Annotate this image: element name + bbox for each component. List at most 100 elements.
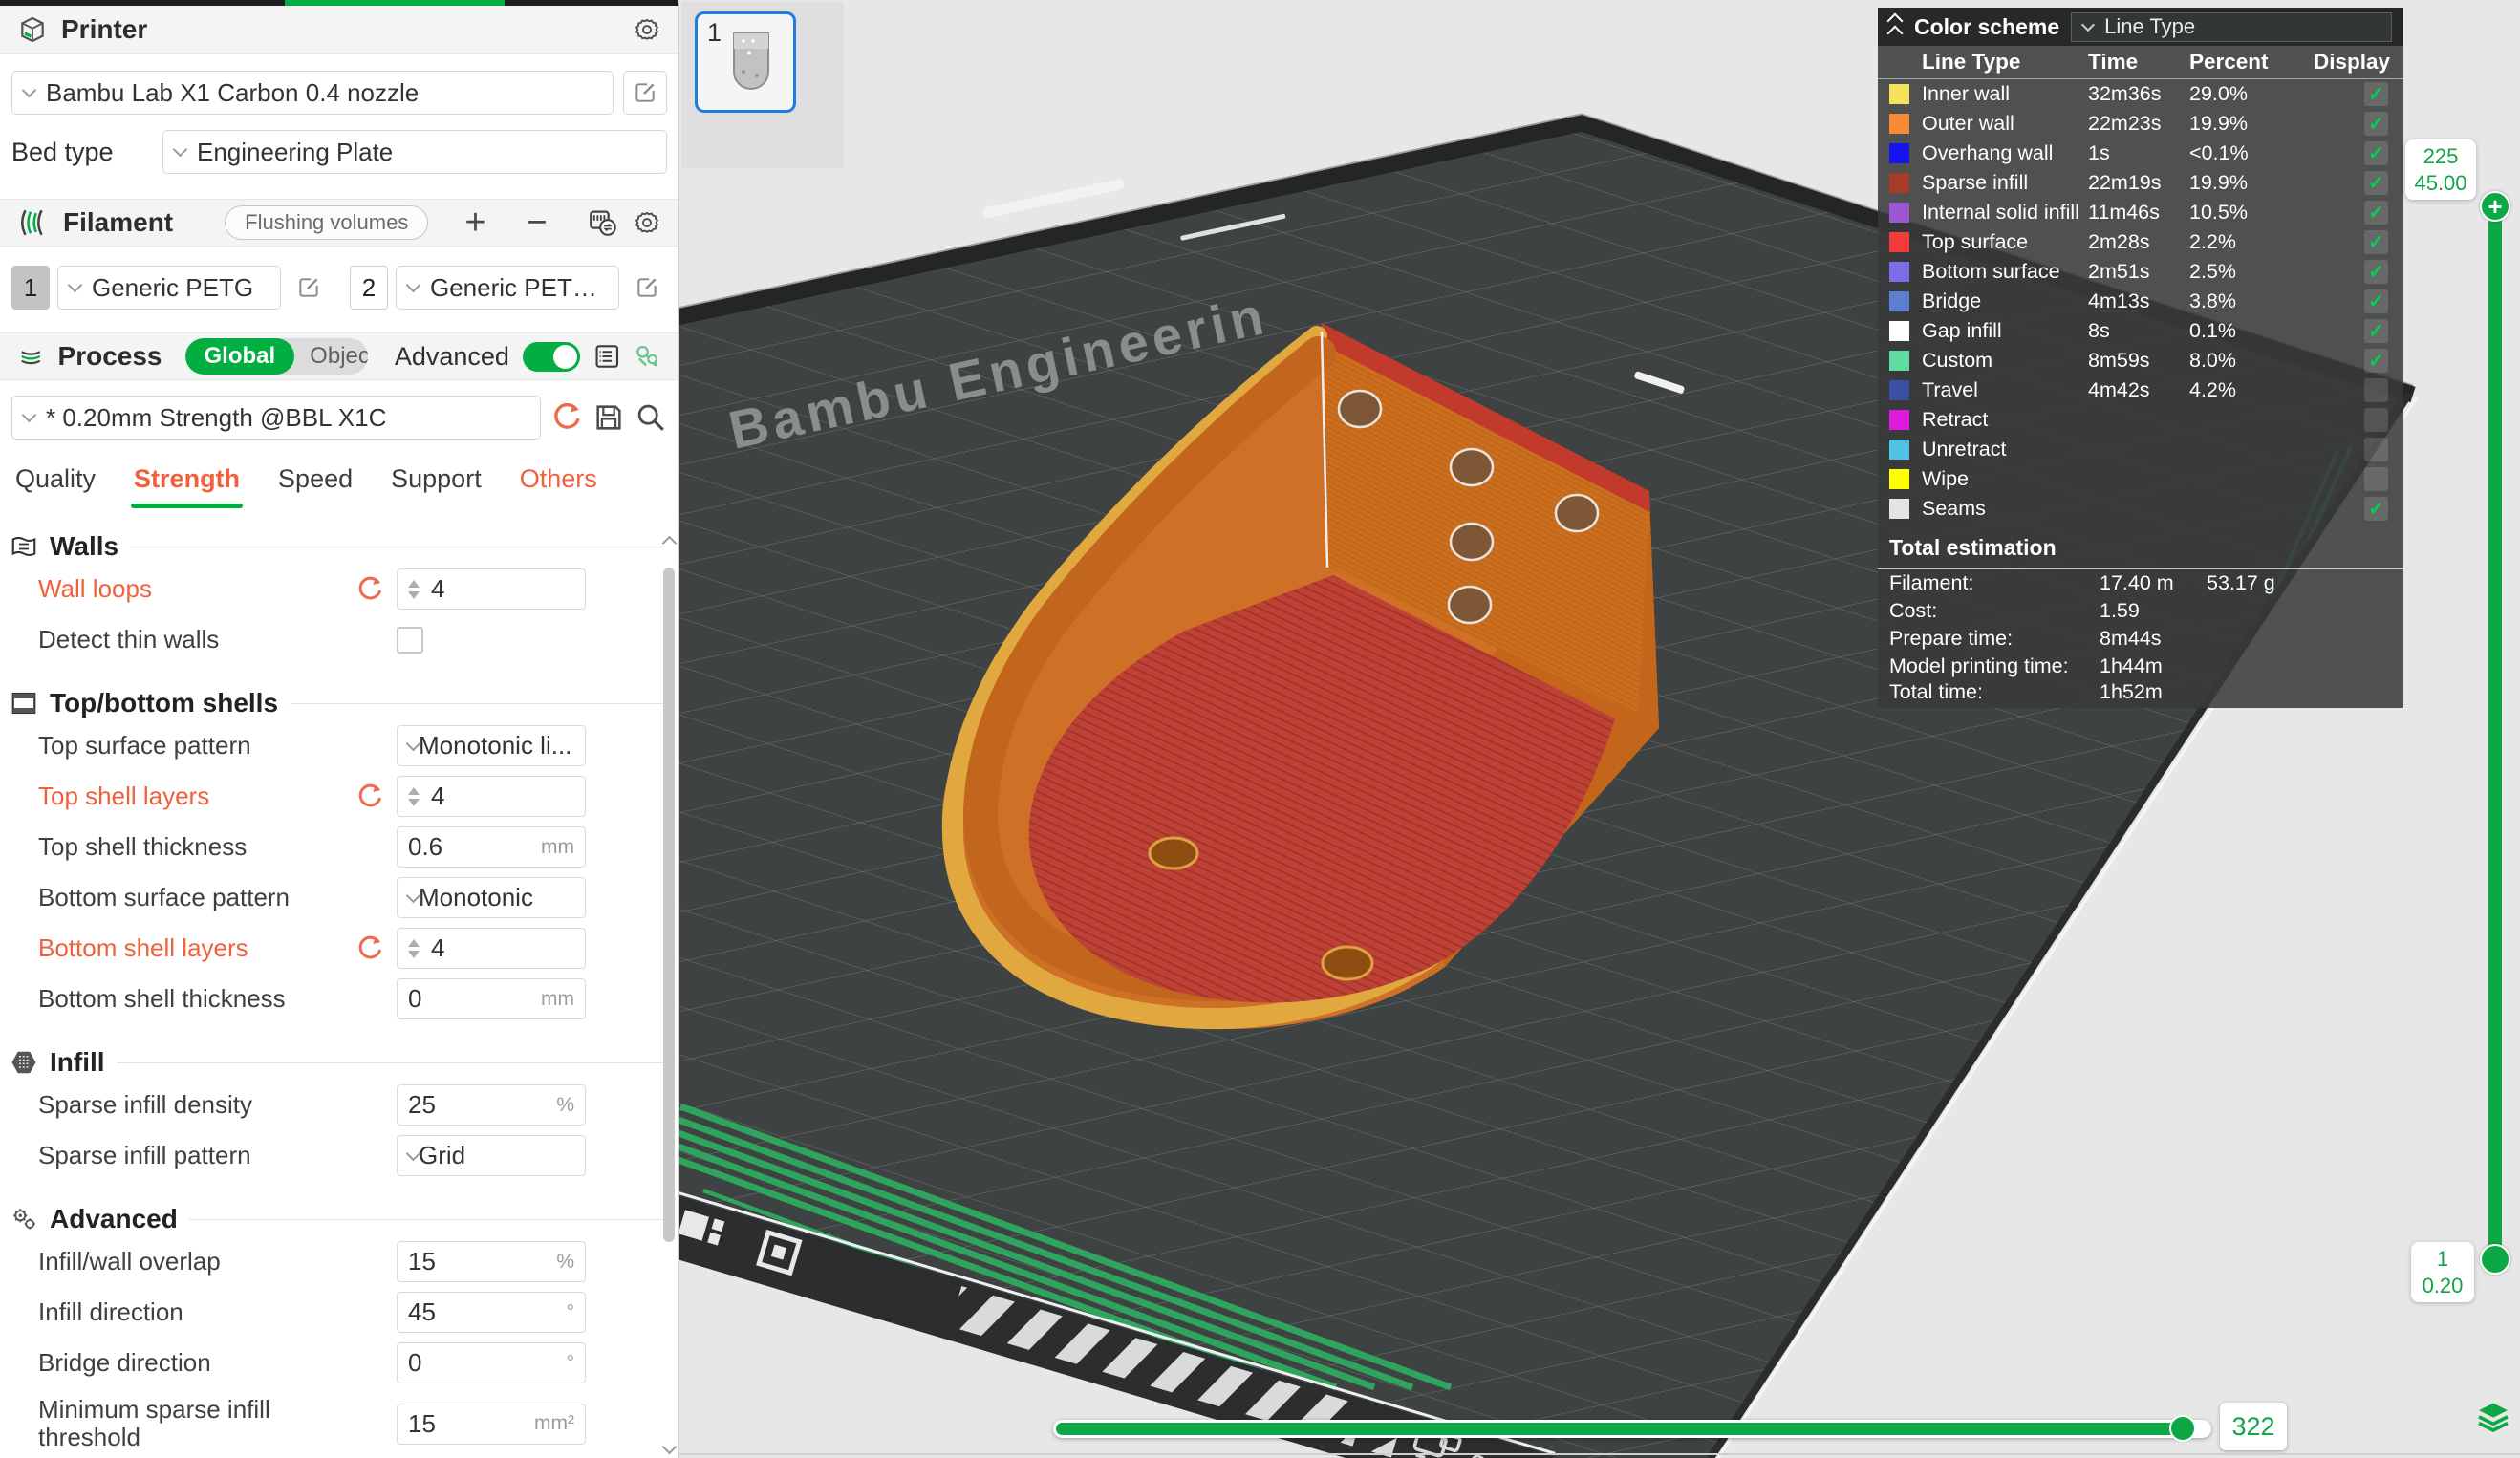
infill-wall-overlap-input[interactable]: 15 % bbox=[397, 1241, 586, 1282]
parameter-list-icon[interactable] bbox=[593, 340, 621, 373]
edit-filament-2-button[interactable] bbox=[627, 268, 667, 308]
display-checkbox[interactable]: ✓ bbox=[2364, 230, 2388, 254]
line-type-name: Inner wall bbox=[1922, 82, 2088, 106]
infill-wall-overlap-value: 15 bbox=[408, 1247, 436, 1276]
display-checkbox[interactable]: ✓ bbox=[2364, 82, 2388, 106]
bottom-surface-pattern-select[interactable]: Monotonic bbox=[397, 877, 586, 918]
display-checkbox[interactable]: ✓ bbox=[2364, 112, 2388, 136]
spinner-arrows[interactable] bbox=[408, 787, 420, 806]
reset-value-icon[interactable] bbox=[355, 783, 384, 811]
bridge-direction-value: 0 bbox=[408, 1348, 421, 1378]
display-checkbox[interactable] bbox=[2364, 467, 2388, 491]
filament-settings-gear-icon[interactable] bbox=[633, 208, 661, 237]
detect-thin-walls-checkbox[interactable] bbox=[397, 627, 423, 654]
color-scheme-select[interactable]: Line Type bbox=[2071, 12, 2392, 42]
sidebar-scrollbar[interactable] bbox=[662, 535, 677, 1458]
display-checkbox[interactable]: ✓ bbox=[2364, 201, 2388, 225]
min-sparse-infill-threshold-input[interactable]: 15 mm² bbox=[397, 1404, 586, 1445]
layer-slider-top-handle[interactable]: + bbox=[2480, 191, 2510, 222]
display-checkbox[interactable]: ✓ bbox=[2364, 349, 2388, 373]
print-move-value: 322 bbox=[2220, 1403, 2287, 1450]
display-checkbox[interactable]: ✓ bbox=[2364, 260, 2388, 284]
display-checkbox[interactable]: ✓ bbox=[2364, 497, 2388, 521]
edit-filament-1-button[interactable] bbox=[289, 268, 329, 308]
tab-strength[interactable]: Strength bbox=[134, 464, 240, 508]
layer-slider-bottom-handle[interactable] bbox=[2480, 1244, 2510, 1275]
scope-global[interactable]: Global bbox=[185, 338, 295, 375]
print-move-slider-track[interactable] bbox=[1053, 1420, 2211, 1438]
tab-support[interactable]: Support bbox=[391, 464, 482, 508]
ams-filament-sync-icon[interactable] bbox=[587, 206, 619, 239]
spinner-arrows[interactable] bbox=[408, 939, 420, 958]
filament-slot-2-index[interactable]: 2 bbox=[350, 266, 388, 310]
scrollbar-thumb[interactable] bbox=[663, 568, 675, 1242]
reset-value-icon[interactable] bbox=[355, 934, 384, 963]
estimation-total-time-row: Total time: 1h52m bbox=[1878, 680, 2403, 708]
scroll-down-icon[interactable] bbox=[662, 1440, 678, 1455]
edit-pencil-icon bbox=[633, 80, 657, 105]
display-checkbox[interactable]: ✓ bbox=[2364, 141, 2388, 165]
bottom-surface-pattern-label: Bottom surface pattern bbox=[38, 884, 290, 911]
top-shell-thickness-input[interactable]: 0.6 mm bbox=[397, 826, 586, 868]
filament-1-select[interactable]: Generic PETG bbox=[57, 266, 281, 310]
filament-slot-1-index[interactable]: 1 bbox=[11, 266, 50, 310]
tab-quality[interactable]: Quality bbox=[15, 464, 96, 508]
printer-preset-select[interactable]: Bambu Lab X1 Carbon 0.4 nozzle bbox=[11, 71, 614, 115]
line-type-time: 22m19s bbox=[2088, 171, 2189, 195]
bridge-direction-row: Bridge direction 0 ° bbox=[0, 1338, 678, 1388]
line-type-row: Inner wall32m36s29.0%✓ bbox=[1878, 79, 2403, 109]
flushing-volumes-button[interactable]: Flushing volumes bbox=[225, 205, 428, 240]
edit-printer-preset-button[interactable] bbox=[623, 71, 667, 115]
tab-speed[interactable]: Speed bbox=[278, 464, 353, 508]
wall-loops-row: Wall loops 4 bbox=[0, 564, 678, 614]
top-surface-pattern-label: Top surface pattern bbox=[38, 732, 251, 760]
sparse-infill-pattern-select[interactable]: Grid bbox=[397, 1135, 586, 1176]
filament-2-select[interactable]: Generic PETG - Ge... bbox=[396, 266, 619, 310]
color-scheme-panel: Color scheme Line Type Line Type Time Pe… bbox=[1878, 8, 2403, 708]
remove-filament-button[interactable]: − bbox=[521, 204, 553, 241]
printer-settings-gear-icon[interactable] bbox=[633, 15, 661, 44]
sparse-infill-density-input[interactable]: 25 % bbox=[397, 1084, 586, 1126]
top-shell-layers-row: Top shell layers 4 bbox=[0, 771, 678, 822]
layers-stack-icon[interactable] bbox=[2474, 1397, 2512, 1435]
display-checkbox[interactable]: ✓ bbox=[2364, 289, 2388, 313]
process-scope-toggle[interactable]: Global Objects bbox=[185, 338, 368, 375]
save-preset-icon[interactable] bbox=[592, 401, 625, 434]
search-settings-icon[interactable] bbox=[634, 340, 661, 373]
color-swatch bbox=[1889, 321, 1909, 341]
process-preset-select[interactable]: * 0.20mm Strength @BBL X1C bbox=[11, 396, 541, 440]
reset-value-icon[interactable] bbox=[355, 575, 384, 604]
bridge-direction-input[interactable]: 0 ° bbox=[397, 1342, 586, 1383]
infill-wall-overlap-label: Infill/wall overlap bbox=[38, 1248, 221, 1276]
search-icon[interactable] bbox=[635, 401, 667, 434]
layer-slider-track[interactable] bbox=[2488, 206, 2502, 1261]
top-shell-layers-spinner[interactable]: 4 bbox=[397, 776, 586, 817]
collapse-panel-icon[interactable] bbox=[1889, 15, 1901, 39]
wall-loops-label: Wall loops bbox=[38, 575, 152, 603]
display-checkbox[interactable] bbox=[2364, 378, 2388, 402]
display-checkbox[interactable]: ✓ bbox=[2364, 319, 2388, 343]
add-filament-button[interactable]: + bbox=[459, 204, 491, 241]
scroll-up-icon[interactable] bbox=[662, 536, 678, 551]
line-type-row: Gap infill8s0.1%✓ bbox=[1878, 316, 2403, 346]
top-surface-pattern-select[interactable]: Monotonic li... bbox=[397, 725, 586, 766]
plate-thumbnail-1[interactable]: 1 bbox=[695, 11, 796, 113]
preview-3d-viewport[interactable]: Bambu Engineerin bbox=[679, 0, 2520, 1458]
bottom-shell-layers-spinner[interactable]: 4 bbox=[397, 928, 586, 969]
scope-objects[interactable]: Objects bbox=[294, 338, 368, 375]
display-checkbox[interactable] bbox=[2364, 438, 2388, 461]
line-type-time: 1s bbox=[2088, 141, 2189, 165]
bottom-shell-thickness-input[interactable]: 0 mm bbox=[397, 978, 586, 1019]
color-swatch bbox=[1889, 232, 1909, 252]
advanced-toggle[interactable] bbox=[523, 342, 580, 372]
wall-loops-spinner[interactable]: 4 bbox=[397, 568, 586, 610]
display-checkbox[interactable] bbox=[2364, 408, 2388, 432]
tab-others[interactable]: Others bbox=[520, 464, 597, 508]
color-swatch bbox=[1889, 499, 1909, 519]
infill-direction-input[interactable]: 45 ° bbox=[397, 1292, 586, 1333]
display-checkbox[interactable]: ✓ bbox=[2364, 171, 2388, 195]
print-move-slider-handle[interactable] bbox=[2169, 1415, 2196, 1442]
spinner-arrows[interactable] bbox=[408, 580, 420, 599]
reset-preset-icon[interactable] bbox=[550, 401, 583, 434]
bed-type-select[interactable]: Engineering Plate bbox=[162, 130, 667, 174]
